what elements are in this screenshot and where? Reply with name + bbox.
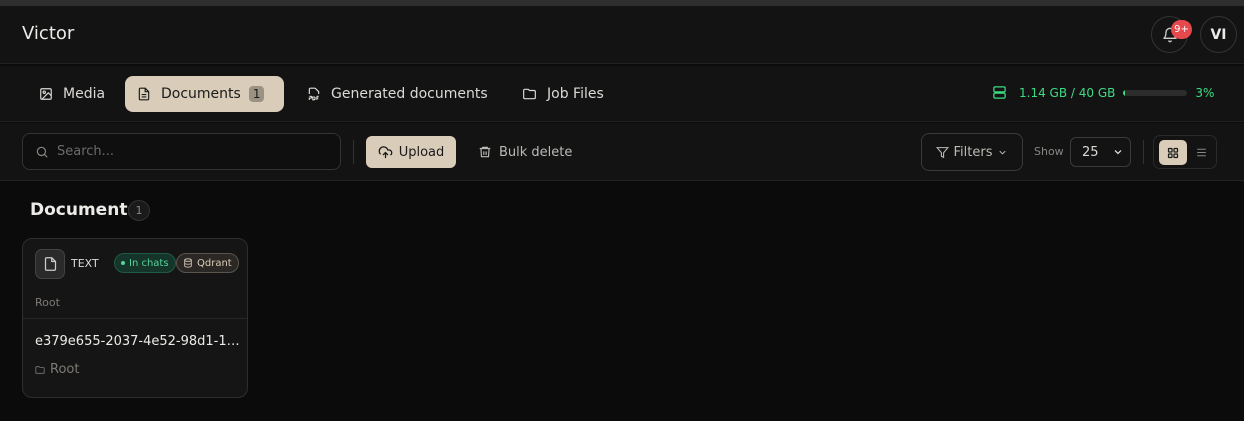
tab-job-files[interactable]: Job Files — [510, 76, 616, 112]
list-view-button[interactable] — [1187, 140, 1215, 165]
folder-icon — [35, 365, 45, 374]
tabs-bar: Media Documents 1 Generated documents Jo… — [0, 66, 1244, 122]
grid-view-button[interactable] — [1159, 140, 1187, 165]
qdrant-tag-label: Qdrant — [197, 257, 232, 269]
page-size-select[interactable]: 25 — [1070, 137, 1131, 167]
tab-documents-label: Documents — [161, 86, 241, 102]
storage-progress-bar — [1123, 89, 1188, 96]
grid-icon — [1167, 147, 1179, 158]
filters-label: Filters — [953, 144, 993, 160]
notification-badge: 9+ — [1171, 20, 1192, 39]
file-icon — [35, 249, 65, 279]
tab-generated-documents-label: Generated documents — [331, 86, 488, 102]
document-icon — [138, 87, 150, 101]
tab-documents-count: 1 — [248, 86, 265, 102]
toolbar-divider — [353, 140, 354, 164]
list-icon — [1196, 148, 1206, 157]
page-size-value: 25 — [1082, 144, 1099, 160]
storage-text: 1.14 GB / 40 GB — [1019, 85, 1116, 100]
pdf-file-icon — [308, 87, 320, 101]
toolbar-divider — [1143, 140, 1144, 164]
section-title: Documents — [30, 200, 138, 220]
cloud-upload-icon — [378, 145, 393, 158]
tab-media-label: Media — [63, 86, 106, 102]
storage-usage: 1.14 GB / 40 GB 3% — [992, 85, 1214, 100]
chevron-down-icon — [1114, 150, 1122, 155]
server-icon — [993, 86, 1006, 99]
filters-button[interactable]: Filters — [921, 133, 1023, 171]
app-header: Victor 9+ VI — [0, 6, 1244, 64]
user-avatar[interactable]: VI — [1200, 16, 1237, 53]
document-card[interactable]: TEXT In chats Qdrant Root e379e655-2037-… — [22, 238, 248, 398]
qdrant-tag: Qdrant — [176, 253, 239, 273]
card-divider — [23, 318, 247, 319]
database-icon — [184, 258, 192, 268]
app-title: Victor — [22, 23, 75, 44]
section-count-badge: 1 — [128, 200, 150, 221]
filter-icon — [935, 146, 949, 158]
upload-button-label: Upload — [398, 144, 445, 160]
bulk-delete-label: Bulk delete — [499, 144, 573, 160]
chevron-down-icon — [999, 150, 1007, 155]
storage-percent: 3% — [1195, 85, 1215, 100]
document-location: Root — [35, 362, 79, 377]
status-dot-icon — [121, 261, 125, 265]
trash-icon — [479, 146, 491, 158]
show-label: Show — [1034, 145, 1064, 158]
document-type: TEXT — [71, 257, 99, 270]
document-location-label: Root — [50, 362, 80, 377]
folder-icon — [523, 88, 536, 100]
tab-generated-documents[interactable]: Generated documents — [295, 76, 500, 112]
document-folder: Root — [35, 296, 60, 309]
toolbar: Upload Bulk delete Filters Show 25 — [0, 123, 1244, 181]
upload-button[interactable]: Upload — [366, 136, 456, 168]
tab-job-files-label: Job Files — [547, 86, 604, 102]
in-chats-tag-label: In chats — [129, 257, 169, 269]
image-icon — [40, 88, 52, 100]
bulk-delete-button[interactable]: Bulk delete — [478, 136, 572, 168]
view-toggle — [1153, 135, 1217, 169]
tab-media[interactable]: Media — [27, 76, 117, 112]
tab-documents[interactable]: Documents 1 — [125, 76, 284, 112]
document-name: e379e655-2037-4e52-98d1-1… — [35, 334, 240, 349]
search-input[interactable] — [57, 144, 317, 159]
storage-progress-fill — [1123, 89, 1126, 96]
search-box — [22, 133, 341, 170]
in-chats-tag: In chats — [114, 253, 176, 273]
search-icon — [36, 146, 48, 158]
